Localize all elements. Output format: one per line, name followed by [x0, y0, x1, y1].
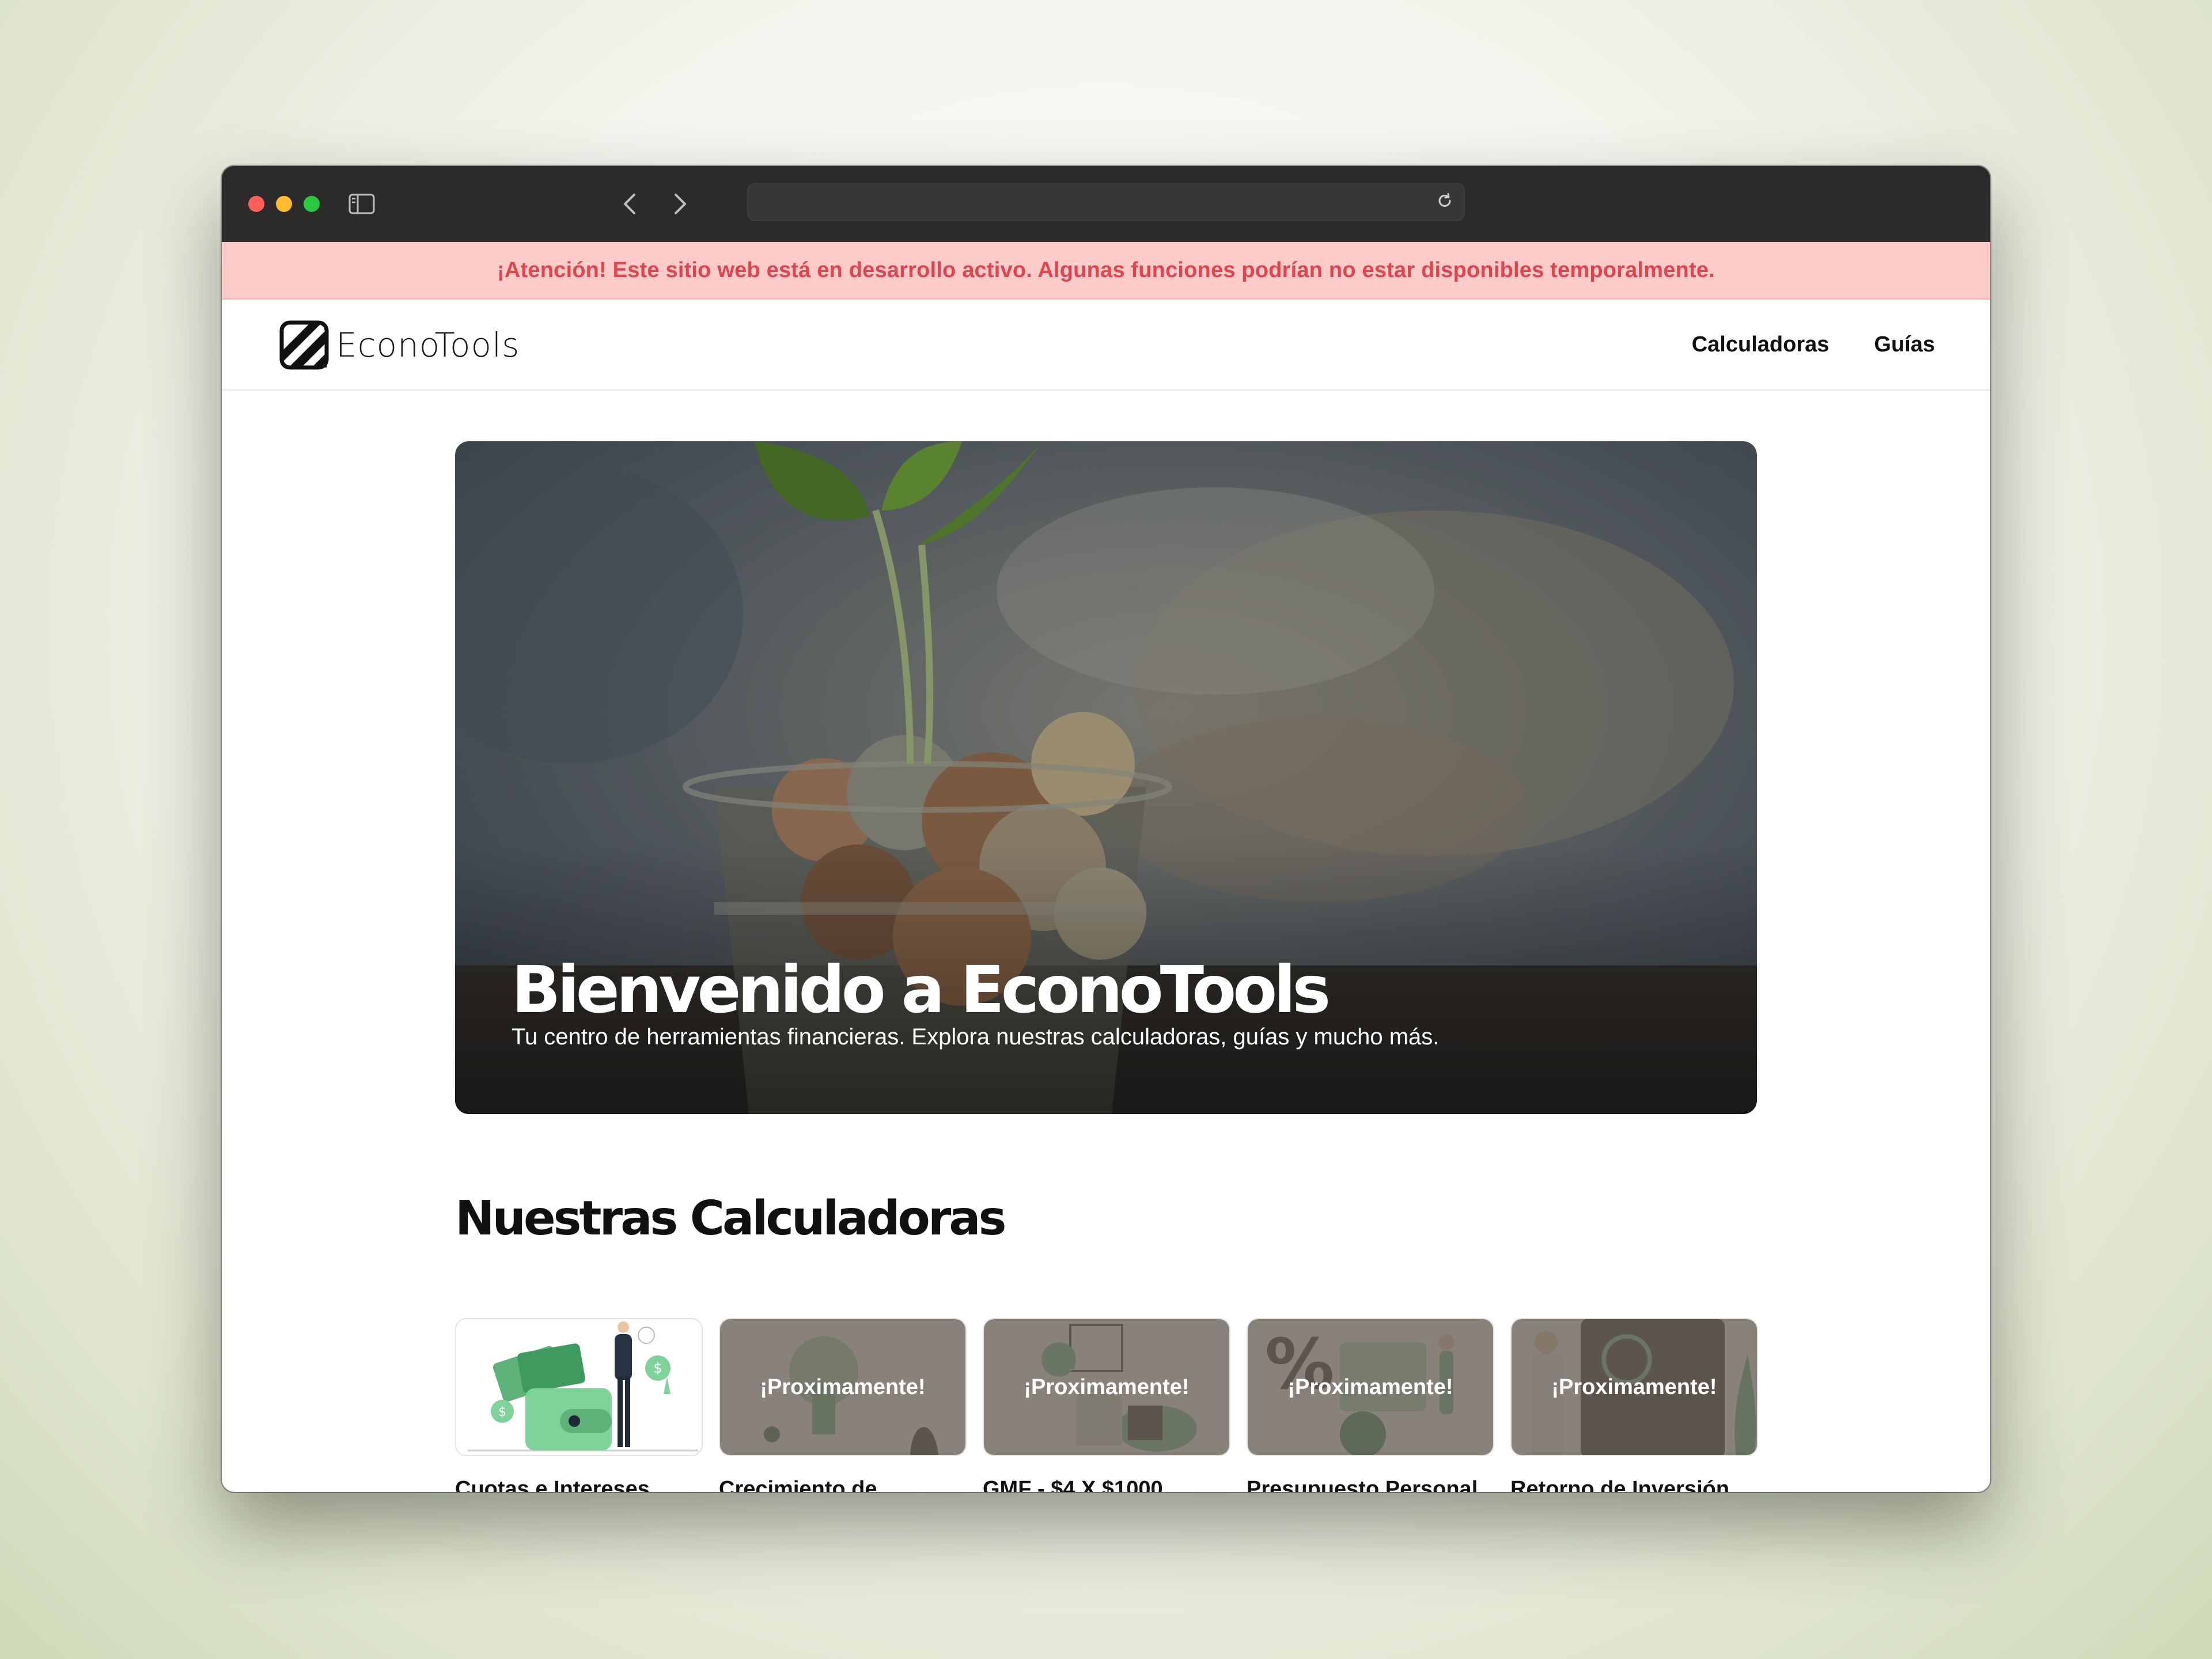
svg-text:$: $ — [653, 1360, 662, 1376]
calculator-card-gmf[interactable]: ¡Proximamente! GMF - $4 X $1000 — [983, 1318, 1230, 1492]
card-image: $ $ — [455, 1318, 703, 1456]
card-title: GMF - $4 X $1000 — [983, 1477, 1163, 1492]
browser-window: ¡Atención! Este sitio web está en desarr… — [222, 166, 1990, 1492]
browser-toolbar — [222, 166, 1990, 242]
reload-icon[interactable] — [1436, 192, 1453, 213]
hero-subtitle: Tu centro de herramientas financieras. E… — [512, 1024, 1440, 1050]
site-logo[interactable]: EconoTools — [278, 319, 520, 371]
address-bar[interactable] — [747, 183, 1465, 221]
card-image: ¡Proximamente! — [1510, 1318, 1758, 1456]
calculator-card-crecimiento[interactable]: ¡Proximamente! Crecimiento de — [719, 1318, 967, 1492]
logo-icon — [279, 320, 329, 370]
back-arrow-icon[interactable] — [623, 192, 637, 215]
sidebar-icon[interactable] — [349, 194, 375, 214]
card-image: % ¡Proximamente! — [1247, 1318, 1494, 1456]
card-title: Crecimiento de — [719, 1477, 877, 1492]
hero-banner: Bienvenido a EconoTools Tu centro de her… — [455, 441, 1757, 1114]
coming-soon-overlay: ¡Proximamente! — [1248, 1319, 1493, 1455]
card-image: ¡Proximamente! — [983, 1318, 1230, 1456]
svg-text:$: $ — [498, 1405, 506, 1419]
close-window-button[interactable] — [248, 196, 264, 212]
coming-soon-overlay: ¡Proximamente! — [1512, 1319, 1757, 1455]
nav-link-calculadoras[interactable]: Calculadoras — [1692, 332, 1830, 357]
maximize-window-button[interactable] — [304, 196, 320, 212]
hero-title: Bienvenido a EconoTools — [512, 953, 1331, 1028]
minimize-window-button[interactable] — [276, 196, 292, 212]
card-image: ¡Proximamente! — [719, 1318, 967, 1456]
coming-soon-overlay: ¡Proximamente! — [984, 1319, 1229, 1455]
main-nav: Calculadoras Guías — [1692, 300, 1935, 389]
card-title: Cuotas e Intereses — [455, 1477, 650, 1492]
logo-text: EconoTools — [336, 325, 520, 365]
development-banner: ¡Atención! Este sitio web está en desarr… — [222, 242, 1990, 300]
calculator-card-presupuesto[interactable]: % ¡Proximamente! Presupuesto Personal — [1247, 1318, 1494, 1492]
site-header: EconoTools Calculadoras Guías — [222, 300, 1990, 391]
calculators-section-title: Nuestras Calculadoras — [455, 1191, 1006, 1246]
banner-text: ¡Atención! Este sitio web está en desarr… — [497, 257, 1715, 282]
card-title: Presupuesto Personal — [1247, 1477, 1478, 1492]
coming-soon-overlay: ¡Proximamente! — [720, 1319, 965, 1455]
calculator-card-retorno[interactable]: ¡Proximamente! Retorno de Inversión — [1510, 1318, 1758, 1492]
window-controls — [248, 196, 320, 212]
wallet-illustration: $ $ — [468, 1321, 698, 1452]
nav-link-guias[interactable]: Guías — [1874, 332, 1935, 357]
card-title: Retorno de Inversión — [1510, 1477, 1730, 1492]
calculator-card-cuotas[interactable]: $ $ Cuotas e Intereses — [455, 1318, 703, 1492]
forward-arrow-icon[interactable] — [673, 192, 687, 215]
